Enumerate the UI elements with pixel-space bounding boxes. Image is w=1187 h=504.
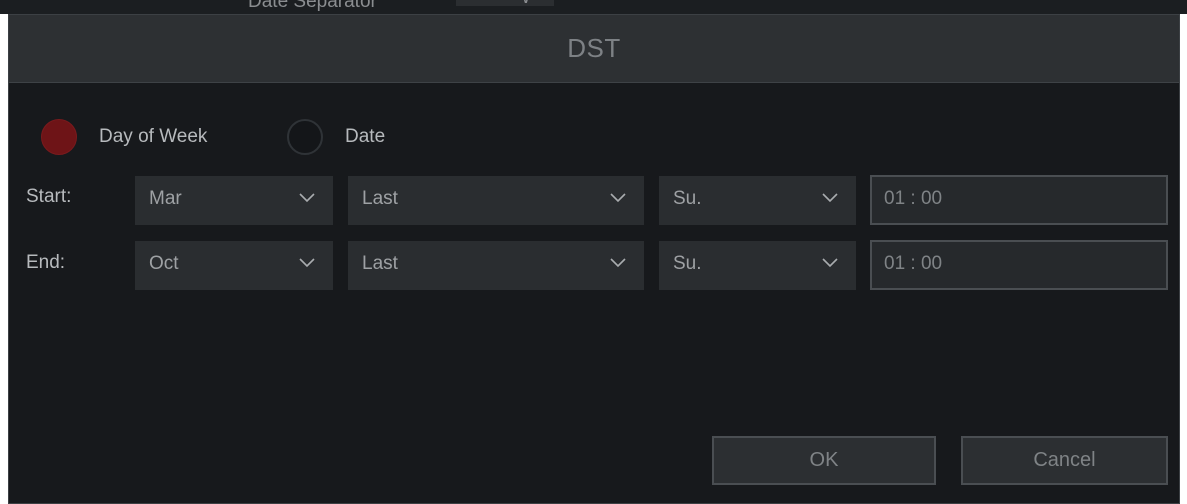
dialog-titlebar: DST <box>9 15 1179 83</box>
chevron-down-icon <box>299 258 315 268</box>
end-time-value: 01 : 00 <box>884 253 943 274</box>
chevron-down-icon <box>822 193 838 203</box>
start-month-select[interactable]: Mar <box>135 176 333 225</box>
end-label: End: <box>26 252 66 273</box>
start-week-value: Last <box>362 188 398 209</box>
chevron-down-icon <box>299 193 315 203</box>
radio-day-of-week-label: Day of Week <box>99 126 208 147</box>
ok-button[interactable]: OK <box>712 436 936 485</box>
chevron-down-icon <box>610 193 626 203</box>
radio-date[interactable]: Date <box>287 118 385 156</box>
radio-date-label: Date <box>345 126 386 147</box>
end-week-value: Last <box>362 253 398 274</box>
chevron-down-icon <box>822 258 838 268</box>
end-time-input[interactable]: 01 : 00 <box>870 240 1168 290</box>
end-month-value: Oct <box>149 253 179 274</box>
start-time-value: 01 : 00 <box>884 188 943 209</box>
chevron-down-icon <box>610 258 626 268</box>
start-month-value: Mar <box>149 188 182 209</box>
end-day-value: Su. <box>673 253 702 274</box>
radio-day-of-week[interactable]: Day of Week <box>41 118 207 156</box>
cancel-button[interactable]: Cancel <box>961 436 1168 485</box>
background-select <box>456 0 554 6</box>
dst-dialog: DST Day of Week Date Start: Mar Last Su.… <box>8 14 1180 504</box>
start-day-select[interactable]: Su. <box>659 176 856 225</box>
end-week-select[interactable]: Last <box>348 241 644 290</box>
start-time-input[interactable]: 01 : 00 <box>870 175 1168 225</box>
end-day-select[interactable]: Su. <box>659 241 856 290</box>
radio-unchecked-icon[interactable] <box>287 119 323 155</box>
start-week-select[interactable]: Last <box>348 176 644 225</box>
end-month-select[interactable]: Oct <box>135 241 333 290</box>
radio-checked-icon[interactable] <box>41 119 77 155</box>
dialog-title: DST <box>567 33 621 63</box>
chevron-down-icon: ∨ <box>520 0 532 8</box>
start-label: Start: <box>26 186 72 207</box>
background-label: Date Separator <box>248 0 377 12</box>
background-window: Date Separator ∨ <box>0 0 1187 14</box>
start-day-value: Su. <box>673 188 702 209</box>
